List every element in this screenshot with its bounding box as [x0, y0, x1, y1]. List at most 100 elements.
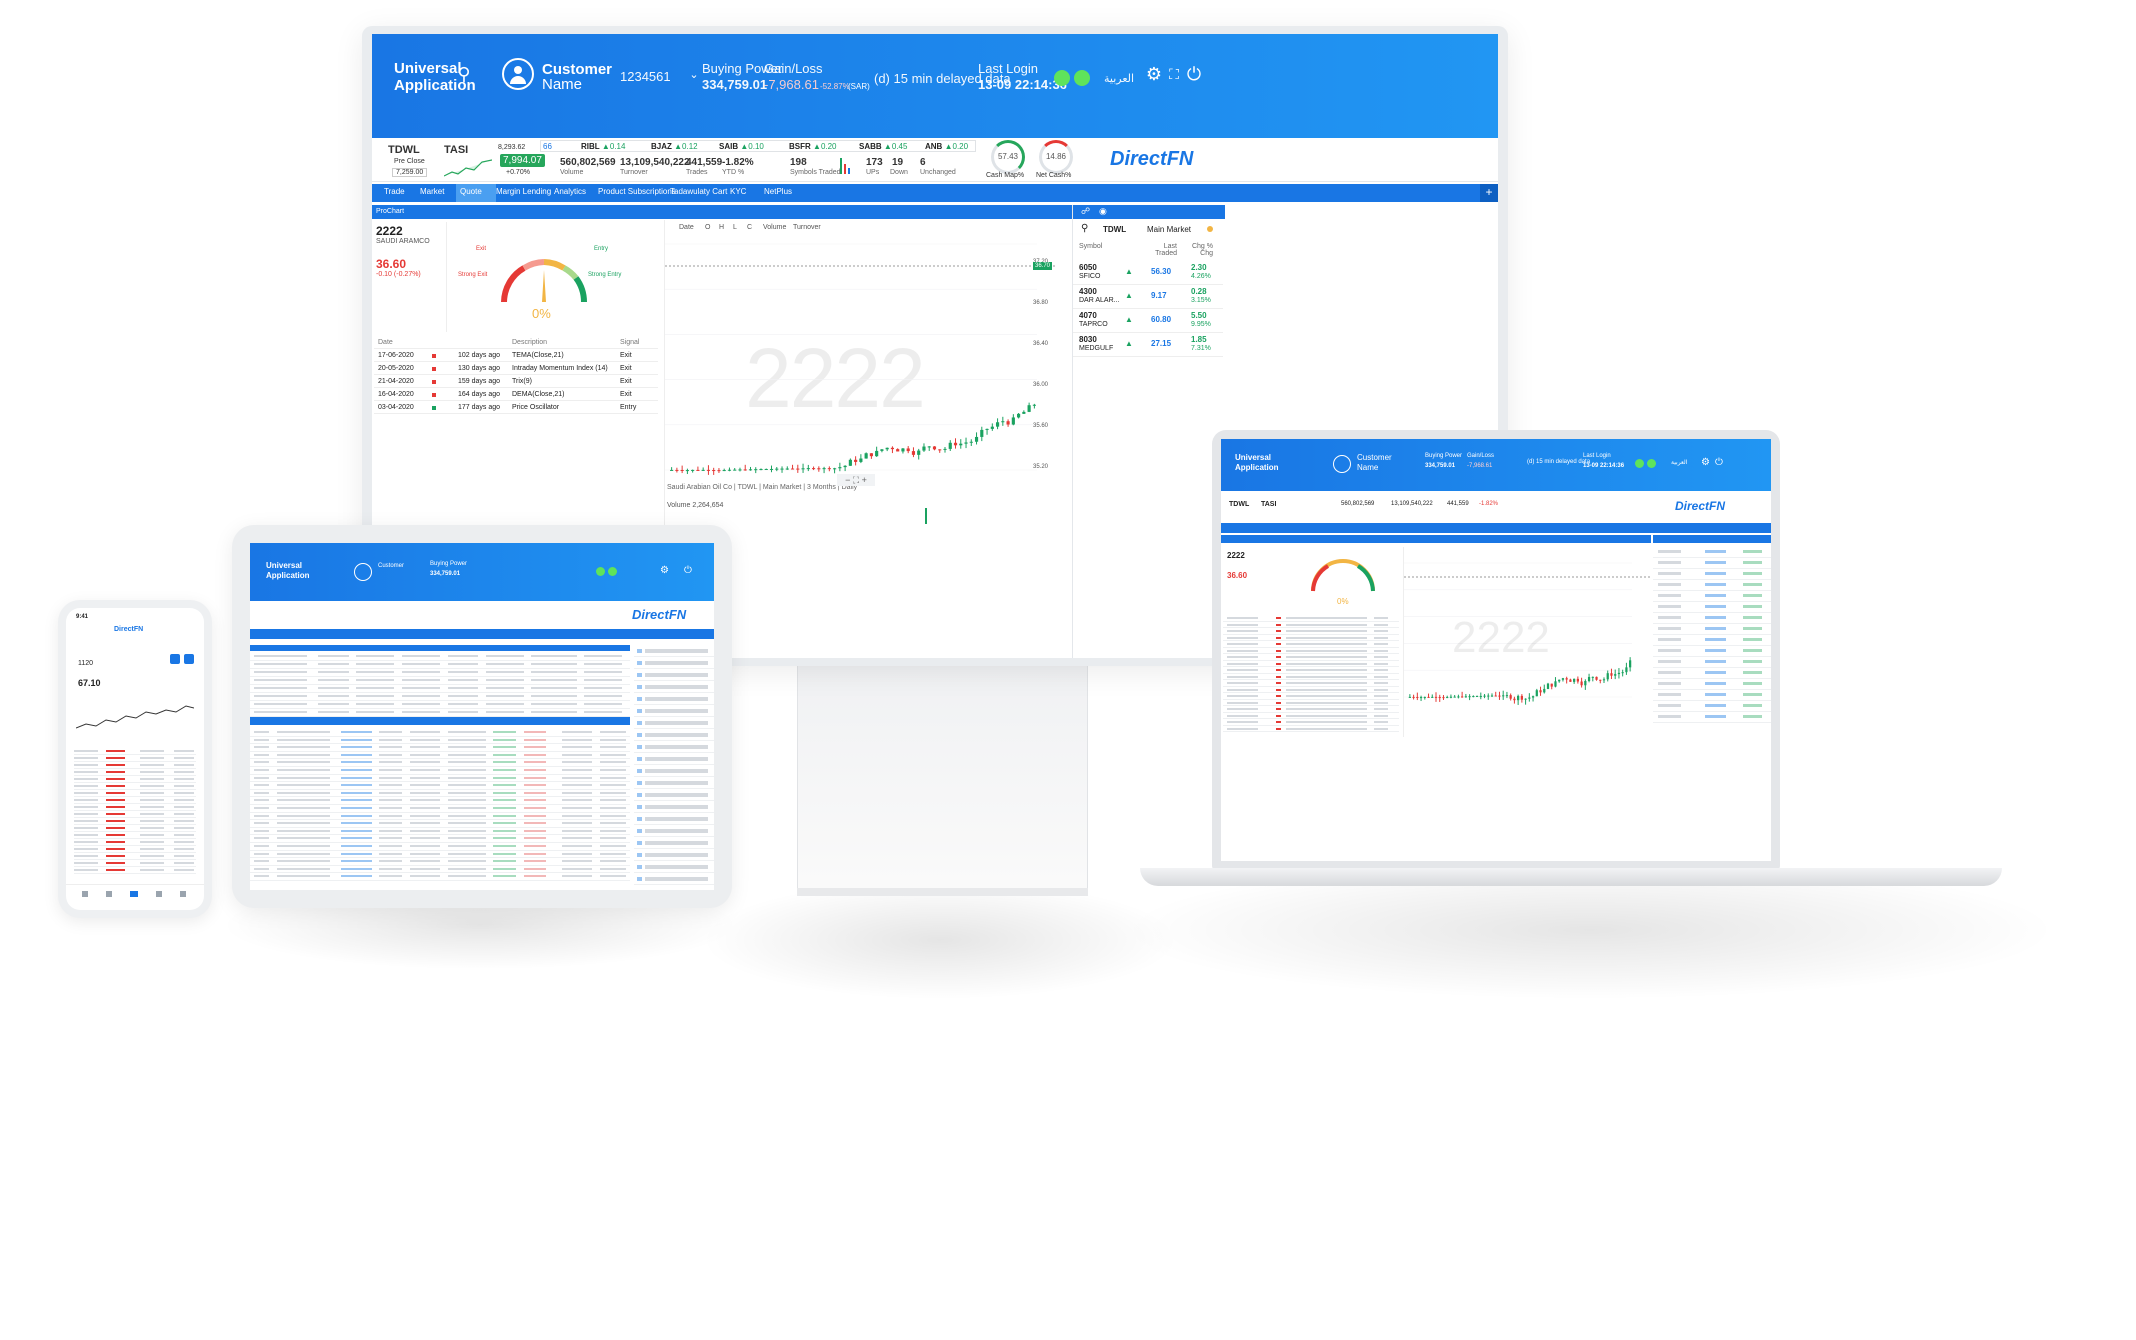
row[interactable] [1653, 547, 1771, 558]
row[interactable] [74, 776, 196, 783]
watchlist-row[interactable]: 4300 DAR ALAR... ▲ 9.17 0.28 3.15% [1073, 285, 1223, 309]
exchange-select[interactable]: TDWL [1103, 225, 1126, 234]
row[interactable] [1653, 569, 1771, 580]
signal-row[interactable]: 16-04-2020 164 days ago DEMA(Close,21) Exit [374, 388, 658, 401]
row[interactable] [74, 825, 196, 832]
tab-link-icon[interactable]: ☍ [1081, 206, 1090, 217]
ticker-item[interactable]: ANB ▲0.20 [925, 142, 968, 151]
row[interactable] [634, 693, 714, 705]
row[interactable] [250, 752, 630, 760]
row[interactable] [250, 873, 630, 881]
menu-item-trade[interactable]: Trade [384, 187, 405, 196]
market-select[interactable]: Main Market [1147, 225, 1191, 234]
row[interactable] [634, 861, 714, 873]
price-chart[interactable]: Date O H L C Volume Turnover 2222 Saudi … [664, 220, 1057, 525]
gear-icon[interactable]: ⚙ [1144, 64, 1164, 84]
row[interactable] [74, 867, 196, 874]
row[interactable] [250, 661, 630, 669]
row[interactable] [250, 744, 630, 752]
main-menu[interactable] [1221, 523, 1771, 533]
row[interactable] [1653, 690, 1771, 701]
row[interactable] [250, 767, 630, 775]
exchange-label[interactable]: TDWL [388, 144, 420, 156]
ticker-item[interactable]: RIBL ▲0.14 [581, 142, 625, 151]
row[interactable] [250, 669, 630, 677]
row[interactable] [74, 762, 196, 769]
row[interactable] [1653, 701, 1771, 712]
row[interactable] [1653, 679, 1771, 690]
index-label[interactable]: TASI [444, 144, 468, 156]
row[interactable] [1653, 668, 1771, 679]
row[interactable] [250, 653, 630, 661]
row[interactable] [634, 669, 714, 681]
row[interactable] [250, 858, 630, 866]
ticker-item[interactable]: BJAZ ▲0.12 [651, 142, 698, 151]
menu-item-product-subscriptions[interactable]: Product Subscriptions [598, 187, 676, 196]
menu-item-kyc[interactable]: KYC [730, 187, 746, 196]
row[interactable] [250, 835, 630, 843]
row[interactable] [634, 789, 714, 801]
menu-item-tadawulaty-cart[interactable]: Tadawulaty Cart [670, 187, 727, 196]
action-button[interactable] [184, 654, 194, 664]
row[interactable] [634, 873, 714, 885]
row[interactable] [250, 709, 630, 717]
gear-icon[interactable]: ⚙ [1701, 457, 1710, 468]
chevron-down-icon[interactable]: ⌄ [684, 65, 704, 85]
row[interactable] [634, 741, 714, 753]
row[interactable] [634, 825, 714, 837]
row[interactable] [1653, 657, 1771, 668]
nav-icon[interactable] [180, 891, 186, 897]
row[interactable] [74, 790, 196, 797]
row[interactable] [634, 837, 714, 849]
ticker-item[interactable]: BSFR ▲0.20 [789, 142, 837, 151]
row[interactable] [250, 677, 630, 685]
row[interactable] [250, 782, 630, 790]
row[interactable] [74, 853, 196, 860]
row[interactable] [74, 748, 196, 755]
table-tabs[interactable] [250, 717, 630, 725]
bottom-nav[interactable] [66, 884, 204, 910]
row[interactable] [74, 769, 196, 776]
menu-item-analytics[interactable]: Analytics [554, 187, 586, 196]
row[interactable] [634, 657, 714, 669]
row[interactable] [634, 645, 714, 657]
row[interactable] [1653, 558, 1771, 569]
row[interactable] [250, 843, 630, 851]
row[interactable] [74, 860, 196, 867]
row[interactable] [250, 820, 630, 828]
power-icon[interactable]: ⏻ [1715, 457, 1723, 468]
row[interactable] [74, 811, 196, 818]
row[interactable] [1223, 726, 1399, 732]
row[interactable] [634, 729, 714, 741]
price-chart[interactable]: 2222 [1403, 547, 1652, 737]
search-icon[interactable]: ⚲ [1081, 223, 1088, 234]
main-menu[interactable] [250, 629, 714, 639]
ticker-item[interactable]: SABB ▲0.45 [859, 142, 907, 151]
row[interactable] [1653, 646, 1771, 657]
row[interactable] [74, 846, 196, 853]
language-toggle[interactable]: العربية [1104, 70, 1134, 87]
row[interactable] [74, 832, 196, 839]
row[interactable] [1653, 591, 1771, 602]
menu-item-margin-lending[interactable]: Margin Lending [496, 187, 551, 196]
zoom-controls[interactable]: − ⛶ + [837, 474, 875, 486]
row[interactable] [1653, 602, 1771, 613]
row[interactable] [250, 813, 630, 821]
row[interactable] [74, 797, 196, 804]
row[interactable] [250, 775, 630, 783]
signal-row[interactable]: 20-05-2020 130 days ago Intraday Momentum … [374, 362, 658, 375]
nav-icon[interactable] [156, 891, 162, 897]
row[interactable] [250, 805, 630, 813]
row[interactable] [634, 813, 714, 825]
row[interactable] [1653, 624, 1771, 635]
row[interactable] [634, 849, 714, 861]
gear-icon[interactable]: ⚙ [660, 565, 669, 576]
row[interactable] [250, 759, 630, 767]
row[interactable] [74, 839, 196, 846]
watchlist-row[interactable]: 4070 TAPRCO ▲ 60.80 5.50 9.95% [1073, 309, 1223, 333]
row[interactable] [74, 755, 196, 762]
ticker-strip[interactable]: 66 RIBL ▲0.14 BJAZ ▲0.12 SAIB ▲0.10 BSFR… [540, 140, 976, 152]
ticker-item[interactable]: SAIB ▲0.10 [719, 142, 764, 151]
user-avatar-icon[interactable] [1333, 455, 1351, 473]
action-button[interactable] [170, 654, 180, 664]
